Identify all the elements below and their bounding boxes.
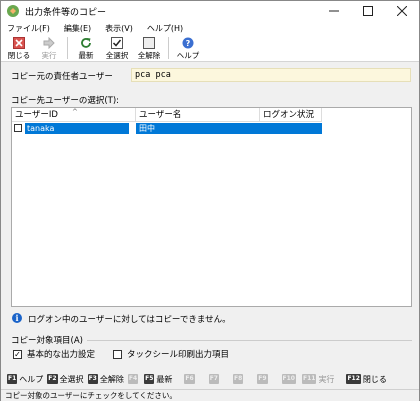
fkey-f1-label: ヘルプ xyxy=(19,374,44,384)
fkey-f8[interactable]: F8 xyxy=(232,374,245,384)
group-divider xyxy=(87,340,412,341)
source-user-field: pca pca xyxy=(131,68,411,82)
option-basic-output-checkbox[interactable]: ✓ xyxy=(13,349,22,359)
menu-view[interactable]: 表示(V) xyxy=(105,23,133,34)
info-icon: i xyxy=(12,313,22,323)
copy-items-label: コピー対象項目(A) xyxy=(11,336,83,346)
row-user-name: 田中 xyxy=(136,123,260,134)
close-x-icon xyxy=(13,37,25,49)
fkey-f12-key: F12 xyxy=(346,374,361,384)
option-basic-output[interactable]: ✓ 基本的な出力設定 xyxy=(13,348,95,360)
user-list[interactable]: ユーザーID ^ ユーザー名 ログオン状況 tanaka 田中 xyxy=(11,107,412,307)
help-button-label: ヘルプ xyxy=(176,51,200,60)
fkey-f3-label: 全解除 xyxy=(99,374,124,384)
maximize-icon xyxy=(363,6,373,16)
row-user-id-cell: tanaka xyxy=(12,123,136,134)
svg-text:?: ? xyxy=(186,39,191,48)
column-user-name[interactable]: ユーザー名 xyxy=(136,108,260,122)
maximize-button[interactable] xyxy=(351,1,385,21)
fkey-f5-label: 最新 xyxy=(156,374,173,384)
fkey-f11-label: 実行 xyxy=(318,374,335,384)
select-all-button-label: 全選択 xyxy=(105,51,129,60)
execute-button-label: 実行 xyxy=(41,51,57,60)
option-basic-output-label: 基本的な出力設定 xyxy=(27,350,96,360)
close-button-label: 閉じる xyxy=(7,51,31,60)
fkey-f7[interactable]: F7 xyxy=(208,374,221,384)
fkey-f3[interactable]: F3 全解除 xyxy=(87,374,124,385)
fkey-f5[interactable]: F5 最新 xyxy=(144,374,172,385)
minimize-icon xyxy=(329,10,339,12)
fkey-f10-key: F10 xyxy=(281,374,296,384)
menu-bar: ファイル(F) 編集(E) 表示(V) ヘルプ(H) xyxy=(1,21,419,35)
help-icon: ? xyxy=(182,37,194,49)
arrow-right-icon xyxy=(43,37,55,49)
info-message: ログオン中のユーザーに対してはコピーできません。 xyxy=(28,315,231,325)
check-box-icon xyxy=(111,37,123,49)
row-user-id: tanaka xyxy=(25,123,129,134)
sort-ascending-icon: ^ xyxy=(72,108,78,116)
fkey-f12[interactable]: F12 閉じる xyxy=(346,374,387,385)
toolbar-separator xyxy=(168,37,169,59)
option-tack-seal-label: タックシール印刷出力項目 xyxy=(127,350,230,360)
empty-box-icon xyxy=(143,37,155,49)
dest-users-label: コピー先ユーザーの選択(T): xyxy=(11,96,120,106)
refresh-button[interactable]: 最新 xyxy=(74,35,98,61)
column-logon-status[interactable]: ログオン状況 xyxy=(260,108,322,122)
fkey-f2-label: 全選択 xyxy=(59,374,84,384)
source-user-label: コピー元の責任者ユーザー xyxy=(11,72,113,82)
fkey-f9-key: F9 xyxy=(257,374,268,384)
refresh-icon xyxy=(81,38,91,48)
menu-edit[interactable]: 編集(E) xyxy=(64,23,91,34)
dialog-window: 出力条件等のコピー ファイル(F) 編集(E) 表示(V) ヘルプ(H) 閉じる xyxy=(0,0,420,401)
option-tack-seal[interactable]: タックシール印刷出力項目 xyxy=(113,348,229,360)
row-checkbox[interactable] xyxy=(14,124,22,132)
list-header: ユーザーID ^ ユーザー名 ログオン状況 xyxy=(12,108,322,122)
fkey-f4[interactable]: F4 xyxy=(127,374,140,384)
fkey-f2[interactable]: F2 全選択 xyxy=(47,374,84,385)
select-all-button[interactable]: 全選択 xyxy=(104,35,130,61)
fkey-f1-key: F1 xyxy=(7,374,18,384)
table-row[interactable]: tanaka 田中 xyxy=(12,123,322,134)
fkey-f10[interactable]: F10 xyxy=(281,374,298,384)
fkey-f11-key: F11 xyxy=(301,374,317,384)
close-icon xyxy=(397,6,407,16)
column-user-name-label: ユーザー名 xyxy=(139,110,182,120)
fkey-f1[interactable]: F1 ヘルプ xyxy=(7,374,43,385)
row-logon-status xyxy=(260,123,322,134)
fkey-f8-key: F8 xyxy=(232,374,244,384)
execute-button[interactable]: 実行 xyxy=(37,35,61,61)
deselect-all-button-label: 全解除 xyxy=(137,51,161,60)
fkey-f6[interactable]: F6 xyxy=(184,374,196,384)
column-user-id[interactable]: ユーザーID ^ xyxy=(12,108,136,122)
refresh-button-label: 最新 xyxy=(78,51,94,60)
fkey-f3-key: F3 xyxy=(87,374,98,384)
function-key-bar: F1 ヘルプ F2 全選択 F3 全解除 F4 F5 最新 F6 F7 F8 F9 F1… xyxy=(1,370,419,388)
close-button[interactable]: 閉じる xyxy=(7,35,31,61)
menu-help[interactable]: ヘルプ(H) xyxy=(147,23,183,34)
toolbar: 閉じる 実行 最新 全選択 全解除 ? ヘルプ xyxy=(1,35,419,62)
title-bar: 出力条件等のコピー xyxy=(1,1,419,21)
close-window-button[interactable] xyxy=(385,1,419,21)
fkey-f11[interactable]: F11 実行 xyxy=(301,374,335,385)
fkey-f7-key: F7 xyxy=(208,374,219,384)
option-tack-seal-checkbox[interactable] xyxy=(113,349,122,359)
help-button[interactable]: ? ヘルプ xyxy=(175,35,201,61)
column-user-id-label: ユーザーID xyxy=(15,110,58,120)
deselect-all-button[interactable]: 全解除 xyxy=(136,35,162,61)
fkey-f2-key: F2 xyxy=(47,374,58,384)
app-icon xyxy=(7,5,19,17)
fkey-f6-key: F6 xyxy=(184,374,195,384)
menu-file[interactable]: ファイル(F) xyxy=(7,23,50,34)
toolbar-separator xyxy=(67,37,68,59)
fkey-f5-key: F5 xyxy=(144,374,155,384)
window-title: 出力条件等のコピー xyxy=(25,7,107,18)
fkey-f9[interactable]: F9 xyxy=(257,374,269,384)
fkey-f4-key: F4 xyxy=(127,374,139,384)
fkey-f12-label: 閉じる xyxy=(362,374,387,384)
column-logon-status-label: ログオン状況 xyxy=(263,110,315,120)
status-bar: コピー対象のユーザーにチェックをしてください。 xyxy=(1,389,419,401)
minimize-button[interactable] xyxy=(317,1,351,21)
